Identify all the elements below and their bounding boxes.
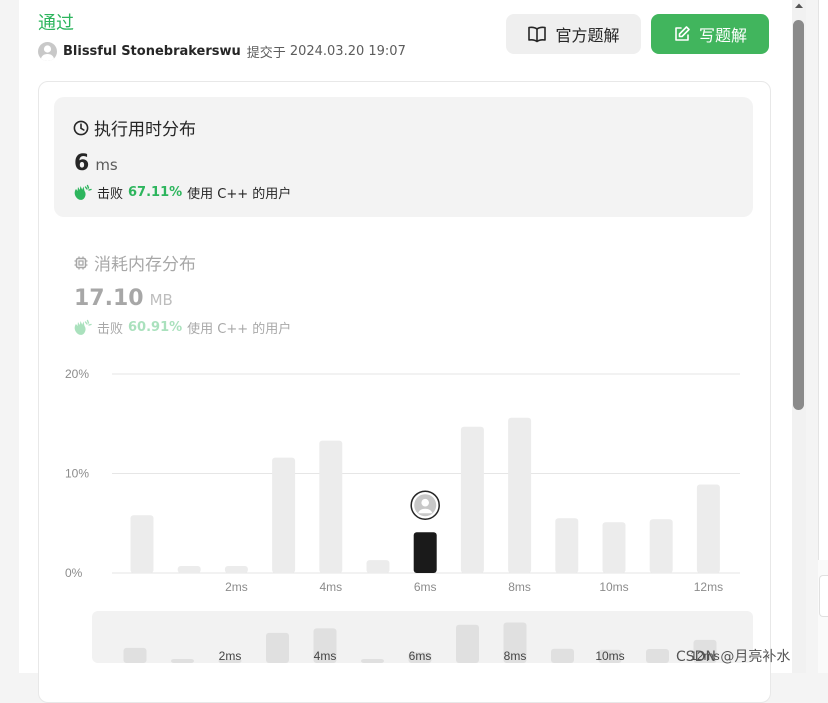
- x-tick-label: 2ms: [225, 580, 248, 594]
- book-icon: [527, 25, 547, 43]
- overview-bar: [456, 624, 479, 663]
- clap-icon: [73, 184, 92, 201]
- memory-number: 17.10: [74, 286, 144, 311]
- submission-datetime: 2024.03.20 19:07: [289, 44, 406, 59]
- overview-canvas: 2ms 4ms 6ms 8ms 10ms 12ms: [123, 622, 720, 663]
- overview-x-tick-label: 2ms: [219, 649, 242, 663]
- chip-icon: [73, 255, 89, 271]
- memory-beat-suffix: 使用 C++ 的用户: [187, 322, 292, 337]
- runtime-beat-label: 击败: [97, 187, 124, 202]
- overview-bar: [646, 648, 669, 663]
- chart-bar: [508, 417, 532, 573]
- edit-icon: [673, 25, 691, 43]
- submitted-label: 提交于: [246, 46, 286, 61]
- user-marker-icon: [410, 490, 440, 520]
- runtime-beat-suffix: 使用 C++ 的用户: [187, 187, 292, 202]
- submission-status: 通过: [38, 13, 74, 34]
- memory-beat-percent: 60.91%: [128, 320, 183, 335]
- overview-bar: [266, 632, 289, 663]
- write-solution-label: 写题解: [698, 26, 747, 45]
- x-tick-label: 12ms: [694, 580, 723, 594]
- chart-bar: [460, 426, 484, 573]
- official-solution-label: 官方题解: [555, 26, 620, 45]
- overview-x-tick-label: 8ms: [504, 649, 527, 663]
- user-icon: [40, 45, 55, 61]
- chart-bar: [272, 457, 296, 573]
- memory-beat: 击败 60.91% 使用 C++ 的用户: [73, 318, 291, 337]
- watermark: CSDN @月亮补水: [676, 649, 791, 665]
- clap-icon: [73, 319, 92, 336]
- side-panel-tab[interactable]: [819, 575, 828, 617]
- runtime-beat-percent: 67.11%: [128, 185, 183, 200]
- chart-bar: [555, 518, 579, 573]
- marker-head: [421, 498, 430, 507]
- chart-bar: [366, 560, 390, 573]
- runtime-title: 执行用时分布: [73, 115, 196, 140]
- clock-icon: [73, 120, 89, 136]
- x-tick-label: 4ms: [319, 580, 342, 594]
- x-tick-label: 10ms: [599, 580, 628, 594]
- chart-bar-highlight: [413, 532, 437, 573]
- submission-info: Blissful Stonebrakerswu 提交于 2024.03.20 1…: [38, 42, 406, 61]
- runtime-distribution-chart[interactable]: 20% 10% 0% 2ms 4ms 6ms 8ms 10ms 12ms: [60, 360, 760, 600]
- runtime-beat: 击败 67.11% 使用 C++ 的用户: [73, 183, 291, 202]
- y-tick-label: 10%: [65, 467, 89, 481]
- y-tick-label: 20%: [65, 367, 89, 381]
- overview-x-tick-label: 6ms: [409, 649, 432, 663]
- chart-bar: [319, 440, 343, 573]
- scroll-up-arrow-icon[interactable]: [793, 2, 805, 12]
- chart-bar: [602, 522, 626, 573]
- runtime-value: 6 ms: [74, 151, 118, 176]
- overview-bar: [123, 647, 147, 663]
- chart-bar: [649, 519, 673, 573]
- memory-title-text: 消耗内存分布: [94, 255, 196, 275]
- avatar[interactable]: [38, 42, 57, 61]
- x-tick-label: 6ms: [414, 580, 437, 594]
- official-solution-button[interactable]: 官方题解: [506, 14, 641, 54]
- overview-x-tick-label: 4ms: [314, 649, 337, 663]
- side-panel-edge: [818, 0, 828, 560]
- runtime-unit: ms: [95, 156, 118, 174]
- write-solution-button[interactable]: 写题解: [651, 14, 769, 54]
- memory-value: 17.10 MB: [74, 286, 173, 311]
- chart-bar: [696, 484, 720, 573]
- chart-canvas: 20% 10% 0% 2ms 4ms 6ms 8ms 10ms 12ms: [65, 367, 740, 594]
- memory-beat-label: 击败: [97, 322, 124, 337]
- memory-title: 消耗内存分布: [73, 250, 196, 275]
- chart-bar: [130, 515, 154, 573]
- memory-unit: MB: [149, 291, 173, 309]
- scrollbar-thumb[interactable]: [793, 20, 804, 410]
- overview-x-tick-label: 10ms: [595, 649, 624, 663]
- runtime-title-text: 执行用时分布: [94, 120, 196, 140]
- chart-bar: [177, 566, 201, 573]
- chart-bar: [224, 566, 248, 573]
- username-link[interactable]: Blissful Stonebrakerswu: [63, 44, 241, 59]
- overview-bar: [551, 648, 574, 663]
- overview-bar: [361, 659, 384, 663]
- overview-bar: [171, 659, 194, 663]
- runtime-number: 6: [74, 151, 90, 176]
- y-tick-label: 0%: [65, 566, 83, 580]
- x-tick-label: 8ms: [508, 580, 531, 594]
- overview-chart[interactable]: 2ms 4ms 6ms 8ms 10ms 12ms: [92, 611, 753, 663]
